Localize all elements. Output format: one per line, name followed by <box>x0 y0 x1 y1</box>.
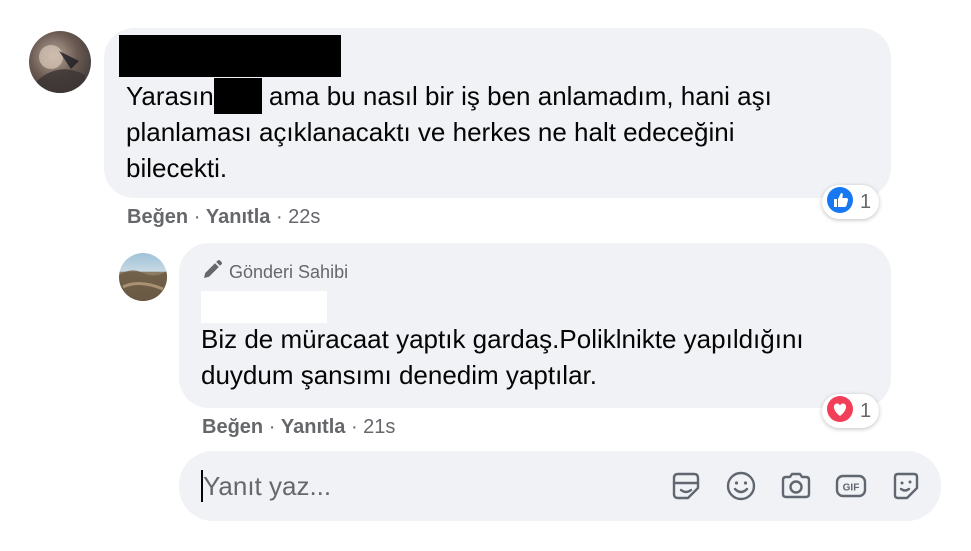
redacted-word <box>213 78 262 114</box>
separator-dot: · <box>275 206 289 228</box>
comment-text-line-2: planlaması açıklanacaktı ve herkes ne ha… <box>126 117 735 147</box>
commenter-avatar[interactable] <box>29 31 91 93</box>
reply-author-avatar[interactable] <box>119 253 167 301</box>
sticker-icon[interactable] <box>668 468 704 504</box>
comment-text-continued: ama bu nasıl bir iş ben anlamadım, hani … <box>268 81 772 111</box>
comment-timestamp[interactable]: 22s <box>288 206 320 228</box>
author-badge: Gönderi Sahibi <box>201 259 348 286</box>
avatar-sticker-icon[interactable] <box>888 468 924 504</box>
reply-reaction-summary[interactable]: 1 <box>822 394 880 428</box>
redacted-reply-author-name <box>201 291 327 323</box>
comment-reaction-count: 1 <box>860 190 872 213</box>
reply-link[interactable]: Yanıtla <box>206 206 270 228</box>
reply-text: Biz de müracaat yaptık gardaş.Poliklnikt… <box>201 321 881 393</box>
reply-input-placeholder[interactable]: Yanıt yaz... <box>203 471 331 502</box>
comment-text: Yarasın ama bu nasıl bir iş ben anlamadı… <box>126 78 876 186</box>
reply-actions: Beğen · Yanıtla · 21s <box>202 416 395 439</box>
reply-reaction-count: 1 <box>860 399 872 422</box>
comment-text-line-3: bilecekti. <box>126 153 228 183</box>
reply-bubble: Gönderi Sahibi Biz de müracaat yaptık ga… <box>179 243 891 408</box>
like-link[interactable]: Beğen <box>127 206 188 228</box>
reply-text-line-2: duydum şansımı denedim yaptılar. <box>201 360 597 390</box>
comment-text-start: Yarasın <box>126 81 214 111</box>
separator-dot: · <box>350 416 364 438</box>
love-icon <box>826 395 854 428</box>
emoji-icon[interactable] <box>723 468 759 504</box>
reply-link[interactable]: Yanıtla <box>281 416 345 438</box>
separator-dot: · <box>268 416 281 438</box>
camera-icon[interactable] <box>778 468 814 504</box>
reply-composer[interactable]: Yanıt yaz... GIF <box>179 451 941 521</box>
svg-text:GIF: GIF <box>843 483 860 494</box>
like-icon <box>826 186 854 219</box>
comment-bubble: Yarasın ama bu nasıl bir iş ben anlamadı… <box>104 28 891 198</box>
author-badge-label: Gönderi Sahibi <box>229 262 349 282</box>
pencil-icon <box>201 259 223 286</box>
redacted-author-name <box>119 35 341 77</box>
comment-actions: Beğen · Yanıtla · 22s <box>127 206 320 229</box>
reply-timestamp[interactable]: 21s <box>363 416 395 438</box>
comment-reaction-summary[interactable]: 1 <box>822 185 880 219</box>
reply-text-line-1: Biz de müracaat yaptık gardaş.Poliklnikt… <box>201 324 804 354</box>
like-link[interactable]: Beğen <box>202 416 263 438</box>
gif-icon[interactable]: GIF <box>833 468 869 504</box>
separator-dot: · <box>193 206 206 228</box>
